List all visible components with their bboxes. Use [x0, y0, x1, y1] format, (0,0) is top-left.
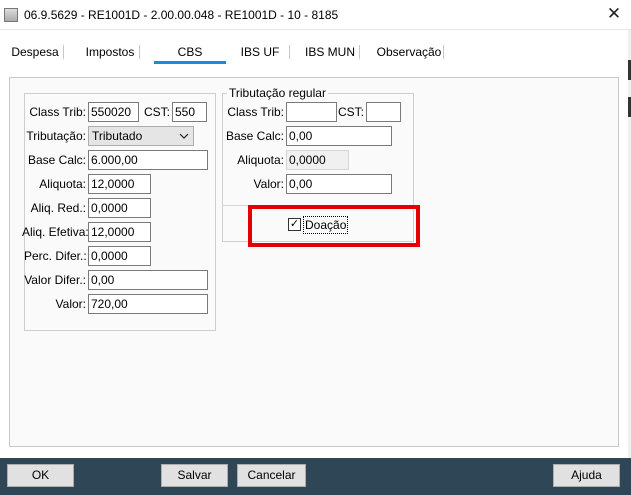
- application-icon: [4, 8, 18, 22]
- tab-ibs-mun[interactable]: IBS MUN: [300, 42, 360, 64]
- base-calc-field[interactable]: 6.000,00: [88, 150, 208, 170]
- tab-despesa[interactable]: Despesa: [6, 42, 64, 64]
- cst-field[interactable]: 550: [172, 102, 207, 122]
- regular-class-trib-label: Class Trib:: [227, 105, 284, 119]
- title-bar: 06.9.5629 - RE1001D - 2.00.00.048 - RE10…: [0, 0, 631, 30]
- regular-cst-field[interactable]: [366, 102, 401, 122]
- regular-base-calc-field[interactable]: 0,00: [286, 126, 392, 146]
- tributacao-select[interactable]: Tributado: [88, 126, 194, 146]
- close-icon[interactable]: ✕: [603, 3, 625, 25]
- aliq-red-field[interactable]: 0,0000: [88, 198, 151, 218]
- cancelar-button[interactable]: Cancelar: [237, 464, 306, 487]
- regular-valor-label: Valor:: [253, 177, 284, 191]
- tab-ibs-uf[interactable]: IBS UF: [230, 42, 290, 64]
- aliq-red-label: Aliq. Red.:: [30, 201, 86, 215]
- ajuda-button[interactable]: Ajuda: [553, 464, 620, 487]
- tab-impostos[interactable]: Impostos: [80, 42, 140, 64]
- class-trib-field[interactable]: 550020: [88, 102, 139, 122]
- tab-observacao[interactable]: Observação: [374, 42, 444, 64]
- base-calc-label: Base Calc:: [27, 153, 86, 167]
- bottom-button-bar: [0, 458, 631, 495]
- valor-field[interactable]: 720,00: [88, 294, 208, 314]
- aliq-efetiva-field[interactable]: 12,0000: [88, 222, 151, 242]
- tributacao-label: Tributação:: [26, 129, 86, 143]
- tributacao-selected-value: Tributado: [92, 129, 143, 143]
- regular-cst-label: CST:: [337, 105, 364, 119]
- tributacao-regular-legend: Tributação regular: [227, 86, 328, 100]
- cst-label: CST:: [143, 105, 170, 119]
- class-trib-label: Class Trib:: [29, 105, 86, 119]
- valor-difer-label: Valor Difer.:: [24, 273, 86, 287]
- regular-base-calc-label: Base Calc:: [225, 129, 284, 143]
- salvar-button[interactable]: Salvar: [161, 464, 228, 487]
- chevron-down-icon: [179, 130, 189, 142]
- perc-difer-label: Perc. Difer.:: [24, 249, 87, 263]
- tab-cbs[interactable]: CBS: [154, 42, 226, 64]
- aliquota-label: Aliquota:: [39, 177, 86, 191]
- highlight-box: [248, 205, 420, 247]
- window-title: 06.9.5629 - RE1001D - 2.00.00.048 - RE10…: [24, 8, 339, 22]
- regular-valor-field[interactable]: 0,00: [286, 174, 392, 194]
- perc-difer-field[interactable]: 0,0000: [88, 246, 151, 266]
- valor-label: Valor:: [55, 297, 86, 311]
- regular-class-trib-field[interactable]: [286, 102, 337, 122]
- ok-button[interactable]: OK: [7, 464, 74, 487]
- aliq-efetiva-label: Aliq. Efetiva:: [22, 225, 89, 239]
- regular-aliquota-label: Aliquota:: [237, 153, 284, 167]
- regular-aliquota-field: 0,0000: [286, 150, 349, 170]
- aliquota-field[interactable]: 12,0000: [88, 174, 151, 194]
- tab-bar: Despesa Impostos CBS IBS UF IBS MUN Obse…: [6, 42, 626, 64]
- valor-difer-field[interactable]: 0,00: [88, 270, 208, 290]
